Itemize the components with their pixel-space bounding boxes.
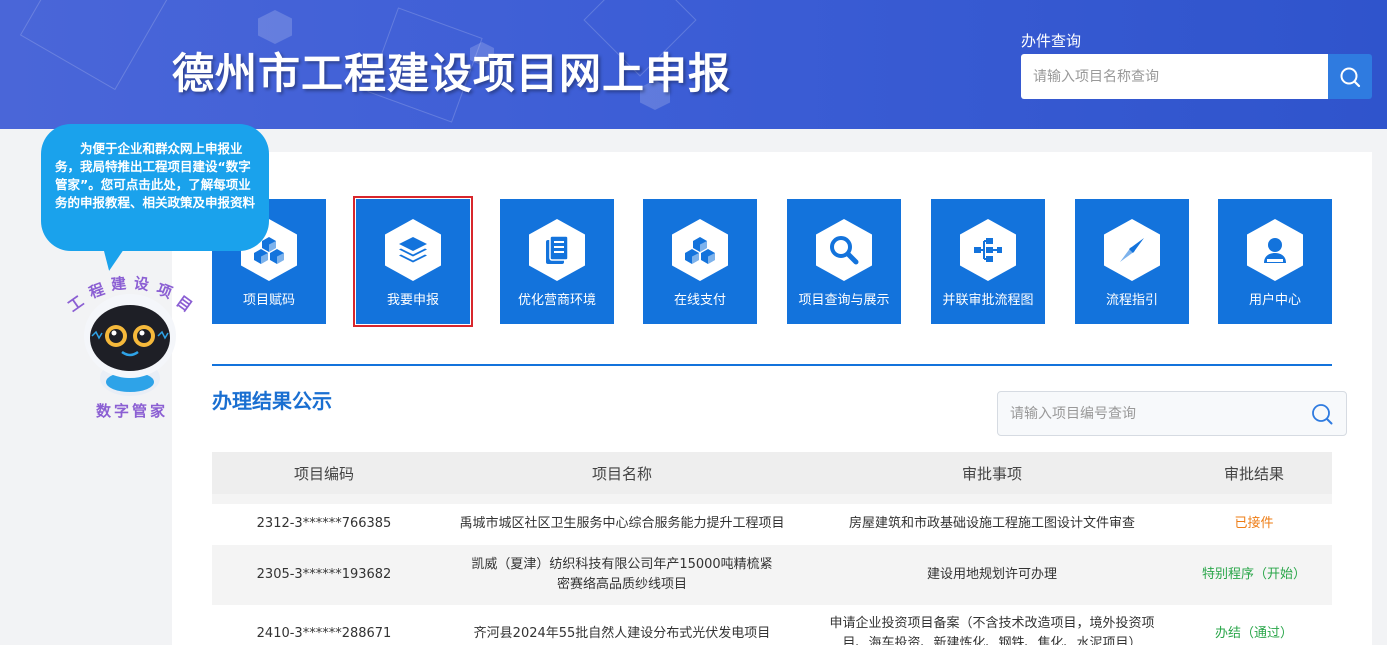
tile-label: 我要申报: [386, 293, 439, 308]
tile-approval-flowchart[interactable]: 并联审批流程图: [931, 199, 1045, 324]
table-row[interactable]: 2312-3******766385 禹城市城区社区卫生服务中心综合服务能力提升…: [212, 504, 1332, 544]
cubes-icon: [672, 219, 728, 281]
row-separator: [212, 494, 1332, 504]
site-header: 德州市工程建设项目网上申报 办件查询: [0, 0, 1387, 129]
search-icon: [816, 219, 872, 281]
project-name: 凯威（夏津）纺织科技有限公司年产15000吨精梳紧密赛络高品质纱线项目: [471, 557, 773, 592]
search-button[interactable]: [1328, 54, 1372, 99]
project-code: 2305-3******193682: [256, 567, 392, 582]
project-name: 禹城市城区社区卫生服务中心综合服务能力提升工程项目: [459, 516, 785, 531]
header-decoration: [19, 0, 171, 91]
tile-business-environment[interactable]: 优化营商环境: [500, 199, 614, 324]
project-code: 2410-3******288671: [256, 626, 392, 641]
approval-result: 已接件: [1234, 516, 1274, 531]
flowchart-icon: [960, 219, 1016, 281]
compass-icon: [1104, 219, 1160, 281]
tile-project-query[interactable]: 项目查询与展示: [787, 199, 901, 324]
project-search-input[interactable]: [1021, 54, 1328, 99]
digital-butler-bubble[interactable]: 为便于企业和群众网上申报业务，我局特推出工程项目建设“数字管家”。您可点击此处，…: [41, 124, 269, 251]
robot-mascot-icon[interactable]: [78, 292, 182, 398]
clipboard-icon: [529, 219, 585, 281]
tile-online-payment[interactable]: 在线支付: [643, 199, 757, 324]
project-code: 2312-3******766385: [256, 516, 392, 531]
tile-label: 项目赋码: [242, 293, 295, 308]
approval-item: 申请企业投资项目备案（不含技术改造项目，境外投资项目、海车投资、新建炼化、钢铁、…: [829, 616, 1155, 645]
column-header: 项目名称: [591, 464, 652, 483]
results-table-header: 项目编码 项目名称 审批事项 审批结果: [212, 452, 1332, 494]
table-row[interactable]: 2410-3******288671 齐河县2024年55批自然人建设分布式光伏…: [212, 614, 1332, 645]
header-hexagon: [258, 10, 292, 44]
tile-label: 项目查询与展示: [798, 293, 890, 308]
column-header: 项目编码: [293, 464, 354, 483]
tile-label: 在线支付: [673, 293, 726, 308]
column-header: 审批事项: [961, 464, 1022, 483]
bubble-text: 为便于企业和群众网上申报业务，我局特推出工程项目建设“数字管家”。您可点击此处，…: [55, 141, 256, 210]
search-label: 办件查询: [1021, 32, 1082, 50]
layers-icon: [385, 219, 441, 281]
mascot-caption: 数字管家: [96, 402, 169, 420]
project-name: 齐河县2024年55批自然人建设分布式光伏发电项目: [473, 626, 771, 641]
user-icon: [1247, 219, 1303, 281]
tile-process-guide[interactable]: 流程指引: [1075, 199, 1189, 324]
approval-item: 建设用地规划许可办理: [926, 567, 1057, 582]
section-divider: [212, 364, 1332, 366]
site-title: 德州市工程建设项目网上申报: [172, 49, 732, 98]
approval-result: 特别程序（开始）: [1201, 567, 1306, 582]
project-code-search-input[interactable]: [998, 392, 1298, 435]
search-icon: [1340, 67, 1361, 87]
project-search: [1021, 54, 1372, 99]
tile-apply[interactable]: 我要申报: [353, 196, 473, 327]
results-title: 办理结果公示: [212, 389, 332, 413]
column-header: 审批结果: [1223, 464, 1284, 483]
results-search: [997, 391, 1347, 436]
search-icon[interactable]: [1310, 402, 1334, 426]
tile-label: 流程指引: [1105, 293, 1158, 308]
tile-label: 优化营商环境: [517, 293, 596, 308]
bubble-tail: [99, 247, 123, 273]
approval-result: 办结（通过）: [1214, 626, 1293, 641]
approval-item: 房屋建筑和市政基础设施工程施工图设计文件审查: [848, 516, 1135, 531]
table-row[interactable]: 2305-3******193682 凯威（夏津）纺织科技有限公司年产15000…: [212, 545, 1332, 605]
tile-label: 用户中心: [1248, 293, 1301, 308]
tile-user-center[interactable]: 用户中心: [1218, 199, 1332, 324]
tile-label: 并联审批流程图: [942, 293, 1034, 308]
